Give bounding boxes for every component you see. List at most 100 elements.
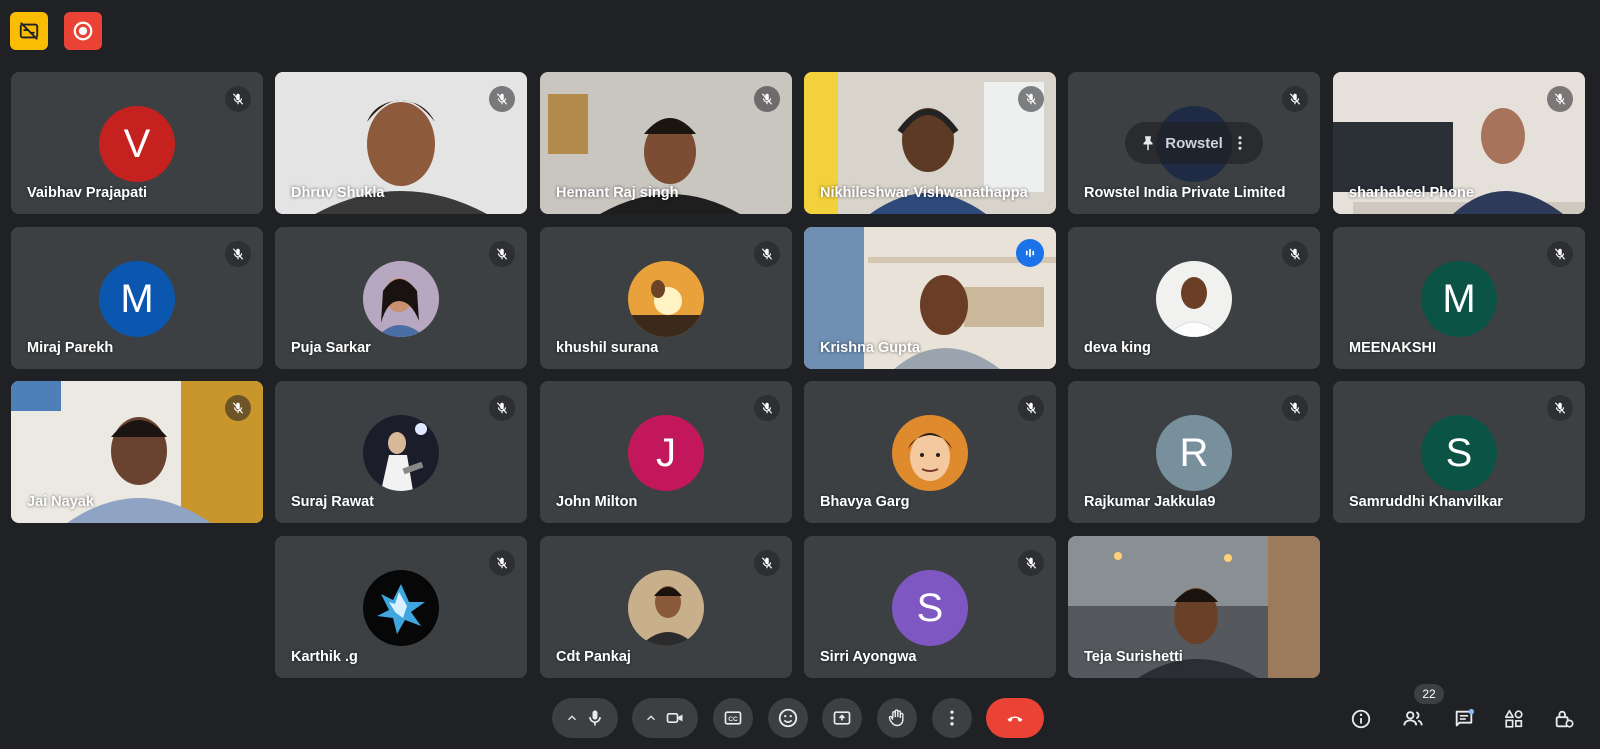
participant-name: Teja Surishetti	[1084, 649, 1183, 665]
mic-control-group	[552, 698, 618, 738]
muted-mic-icon	[1018, 395, 1044, 421]
muted-mic-icon	[489, 86, 515, 112]
host-controls-button[interactable]	[1547, 702, 1581, 736]
avatar: J	[628, 415, 704, 491]
participant-name: MEENAKSHI	[1349, 340, 1437, 356]
participant-tile[interactable]: Karthik .g	[275, 536, 527, 678]
svg-text:CC: CC	[728, 716, 738, 723]
participant-tile[interactable]: Cdt Pankaj	[540, 536, 792, 678]
captions-off-icon	[19, 22, 39, 40]
logo-text: Rowstel	[1165, 134, 1223, 152]
people-count-badge: 22	[1414, 684, 1444, 704]
avatar-photo	[363, 415, 439, 491]
avatar: S	[892, 570, 968, 646]
chevron-up-icon[interactable]	[565, 711, 579, 725]
participant-tile[interactable]: S Sirri Ayongwa	[804, 536, 1056, 678]
avatar: V	[99, 106, 175, 182]
participant-tile[interactable]: Bhavya Garg	[804, 381, 1056, 523]
participant-tile[interactable]: Puja Sarkar	[275, 227, 527, 369]
participant-name: Bhavya Garg	[820, 494, 910, 510]
present-button[interactable]	[822, 698, 862, 738]
participant-tile[interactable]: M MEENAKSHI	[1333, 227, 1585, 369]
chat-button[interactable]	[1447, 702, 1481, 736]
present-icon	[833, 711, 851, 725]
mic-icon[interactable]	[585, 708, 605, 728]
participant-tile[interactable]: Hemant Raj singh	[540, 72, 792, 214]
avatar-photo	[628, 261, 704, 337]
raise-hand-icon	[888, 709, 904, 727]
participant-name: khushil surana	[556, 340, 659, 356]
meeting-details-button[interactable]	[1344, 702, 1378, 736]
people-icon	[1403, 711, 1423, 726]
more-icon	[950, 710, 954, 726]
participant-tile[interactable]: Rowstel Rowstel India Private Limited	[1068, 72, 1320, 214]
participant-tile[interactable]: S Samruddhi Khanvilkar	[1333, 381, 1585, 523]
participant-tile[interactable]: Suraj Rawat	[275, 381, 527, 523]
participant-tile[interactable]: deva king	[1068, 227, 1320, 369]
pin-icon[interactable]	[1139, 134, 1157, 152]
muted-mic-icon	[1547, 395, 1573, 421]
recording-badge	[64, 12, 102, 50]
camera-control-group	[632, 698, 698, 738]
avatar: S	[1421, 415, 1497, 491]
participant-name: Sirri Ayongwa	[820, 649, 917, 665]
participant-tile[interactable]: R Rajkumar Jakkula9	[1068, 381, 1320, 523]
end-call-button[interactable]	[986, 698, 1044, 738]
captions-button[interactable]: CC	[713, 698, 753, 738]
muted-mic-icon	[225, 86, 251, 112]
participant-name: Hemant Raj singh	[556, 185, 679, 201]
avatar-photo	[1156, 261, 1232, 337]
avatar-photo	[628, 570, 704, 646]
participant-name: sharhabeel Phone	[1349, 185, 1474, 201]
record-icon	[73, 21, 93, 41]
avatar: M	[99, 261, 175, 337]
participant-tile[interactable]: Dhruv Shukla	[275, 72, 527, 214]
participant-tile-active-speaker[interactable]: Krishna Gupta	[804, 227, 1056, 369]
muted-mic-icon	[1018, 86, 1044, 112]
more-options-button[interactable]	[932, 698, 972, 738]
avatar-cartoon	[892, 415, 968, 491]
muted-mic-icon	[754, 550, 780, 576]
muted-mic-icon	[225, 395, 251, 421]
emoji-icon	[778, 708, 798, 728]
participant-tile[interactable]: V Vaibhav Prajapati	[11, 72, 263, 214]
activities-button[interactable]	[1497, 702, 1531, 736]
camera-icon[interactable]	[664, 708, 686, 728]
muted-mic-icon	[1018, 550, 1044, 576]
captions-off-badge	[10, 12, 48, 50]
participant-name: Nikhileshwar Vishwanathappa	[820, 185, 1028, 201]
participant-name: Miraj Parekh	[27, 340, 114, 356]
avatar-photo	[363, 570, 439, 646]
participant-name: Samruddhi Khanvilkar	[1349, 494, 1503, 510]
muted-mic-icon	[489, 550, 515, 576]
muted-mic-icon	[1282, 86, 1308, 112]
participant-name: Karthik .g	[291, 649, 358, 665]
participant-tile[interactable]: sharhabeel Phone	[1333, 72, 1585, 214]
end-call-icon	[1007, 716, 1023, 722]
avatar-photo	[363, 261, 439, 337]
muted-mic-icon	[1547, 241, 1573, 267]
more-options-icon[interactable]	[1231, 134, 1249, 152]
muted-mic-icon	[754, 395, 780, 421]
participant-tile[interactable]: Jai Nayak	[11, 381, 263, 523]
muted-mic-icon	[225, 241, 251, 267]
participant-tile[interactable]: khushil surana	[540, 227, 792, 369]
participant-name: Vaibhav Prajapati	[27, 185, 148, 201]
tile-hover-controls: Rowstel	[1125, 122, 1263, 164]
participant-tile[interactable]: Teja Surishetti	[1068, 536, 1320, 678]
participant-tile[interactable]: J John Milton	[540, 381, 792, 523]
participant-tile[interactable]: M Miraj Parekh	[11, 227, 263, 369]
participant-tile[interactable]: Nikhileshwar Vishwanathappa	[804, 72, 1056, 214]
speaking-indicator-icon	[1016, 239, 1044, 267]
people-button[interactable]	[1396, 702, 1430, 736]
chevron-up-icon[interactable]	[644, 711, 658, 725]
muted-mic-icon	[754, 241, 780, 267]
muted-mic-icon	[489, 241, 515, 267]
participant-name: Rowstel India Private Limited	[1084, 185, 1286, 201]
participant-name: Rajkumar Jakkula9	[1084, 494, 1216, 510]
muted-mic-icon	[489, 395, 515, 421]
emoji-button[interactable]	[768, 698, 808, 738]
raise-hand-button[interactable]	[877, 698, 917, 738]
avatar: R	[1156, 415, 1232, 491]
activities-icon	[1504, 709, 1523, 728]
